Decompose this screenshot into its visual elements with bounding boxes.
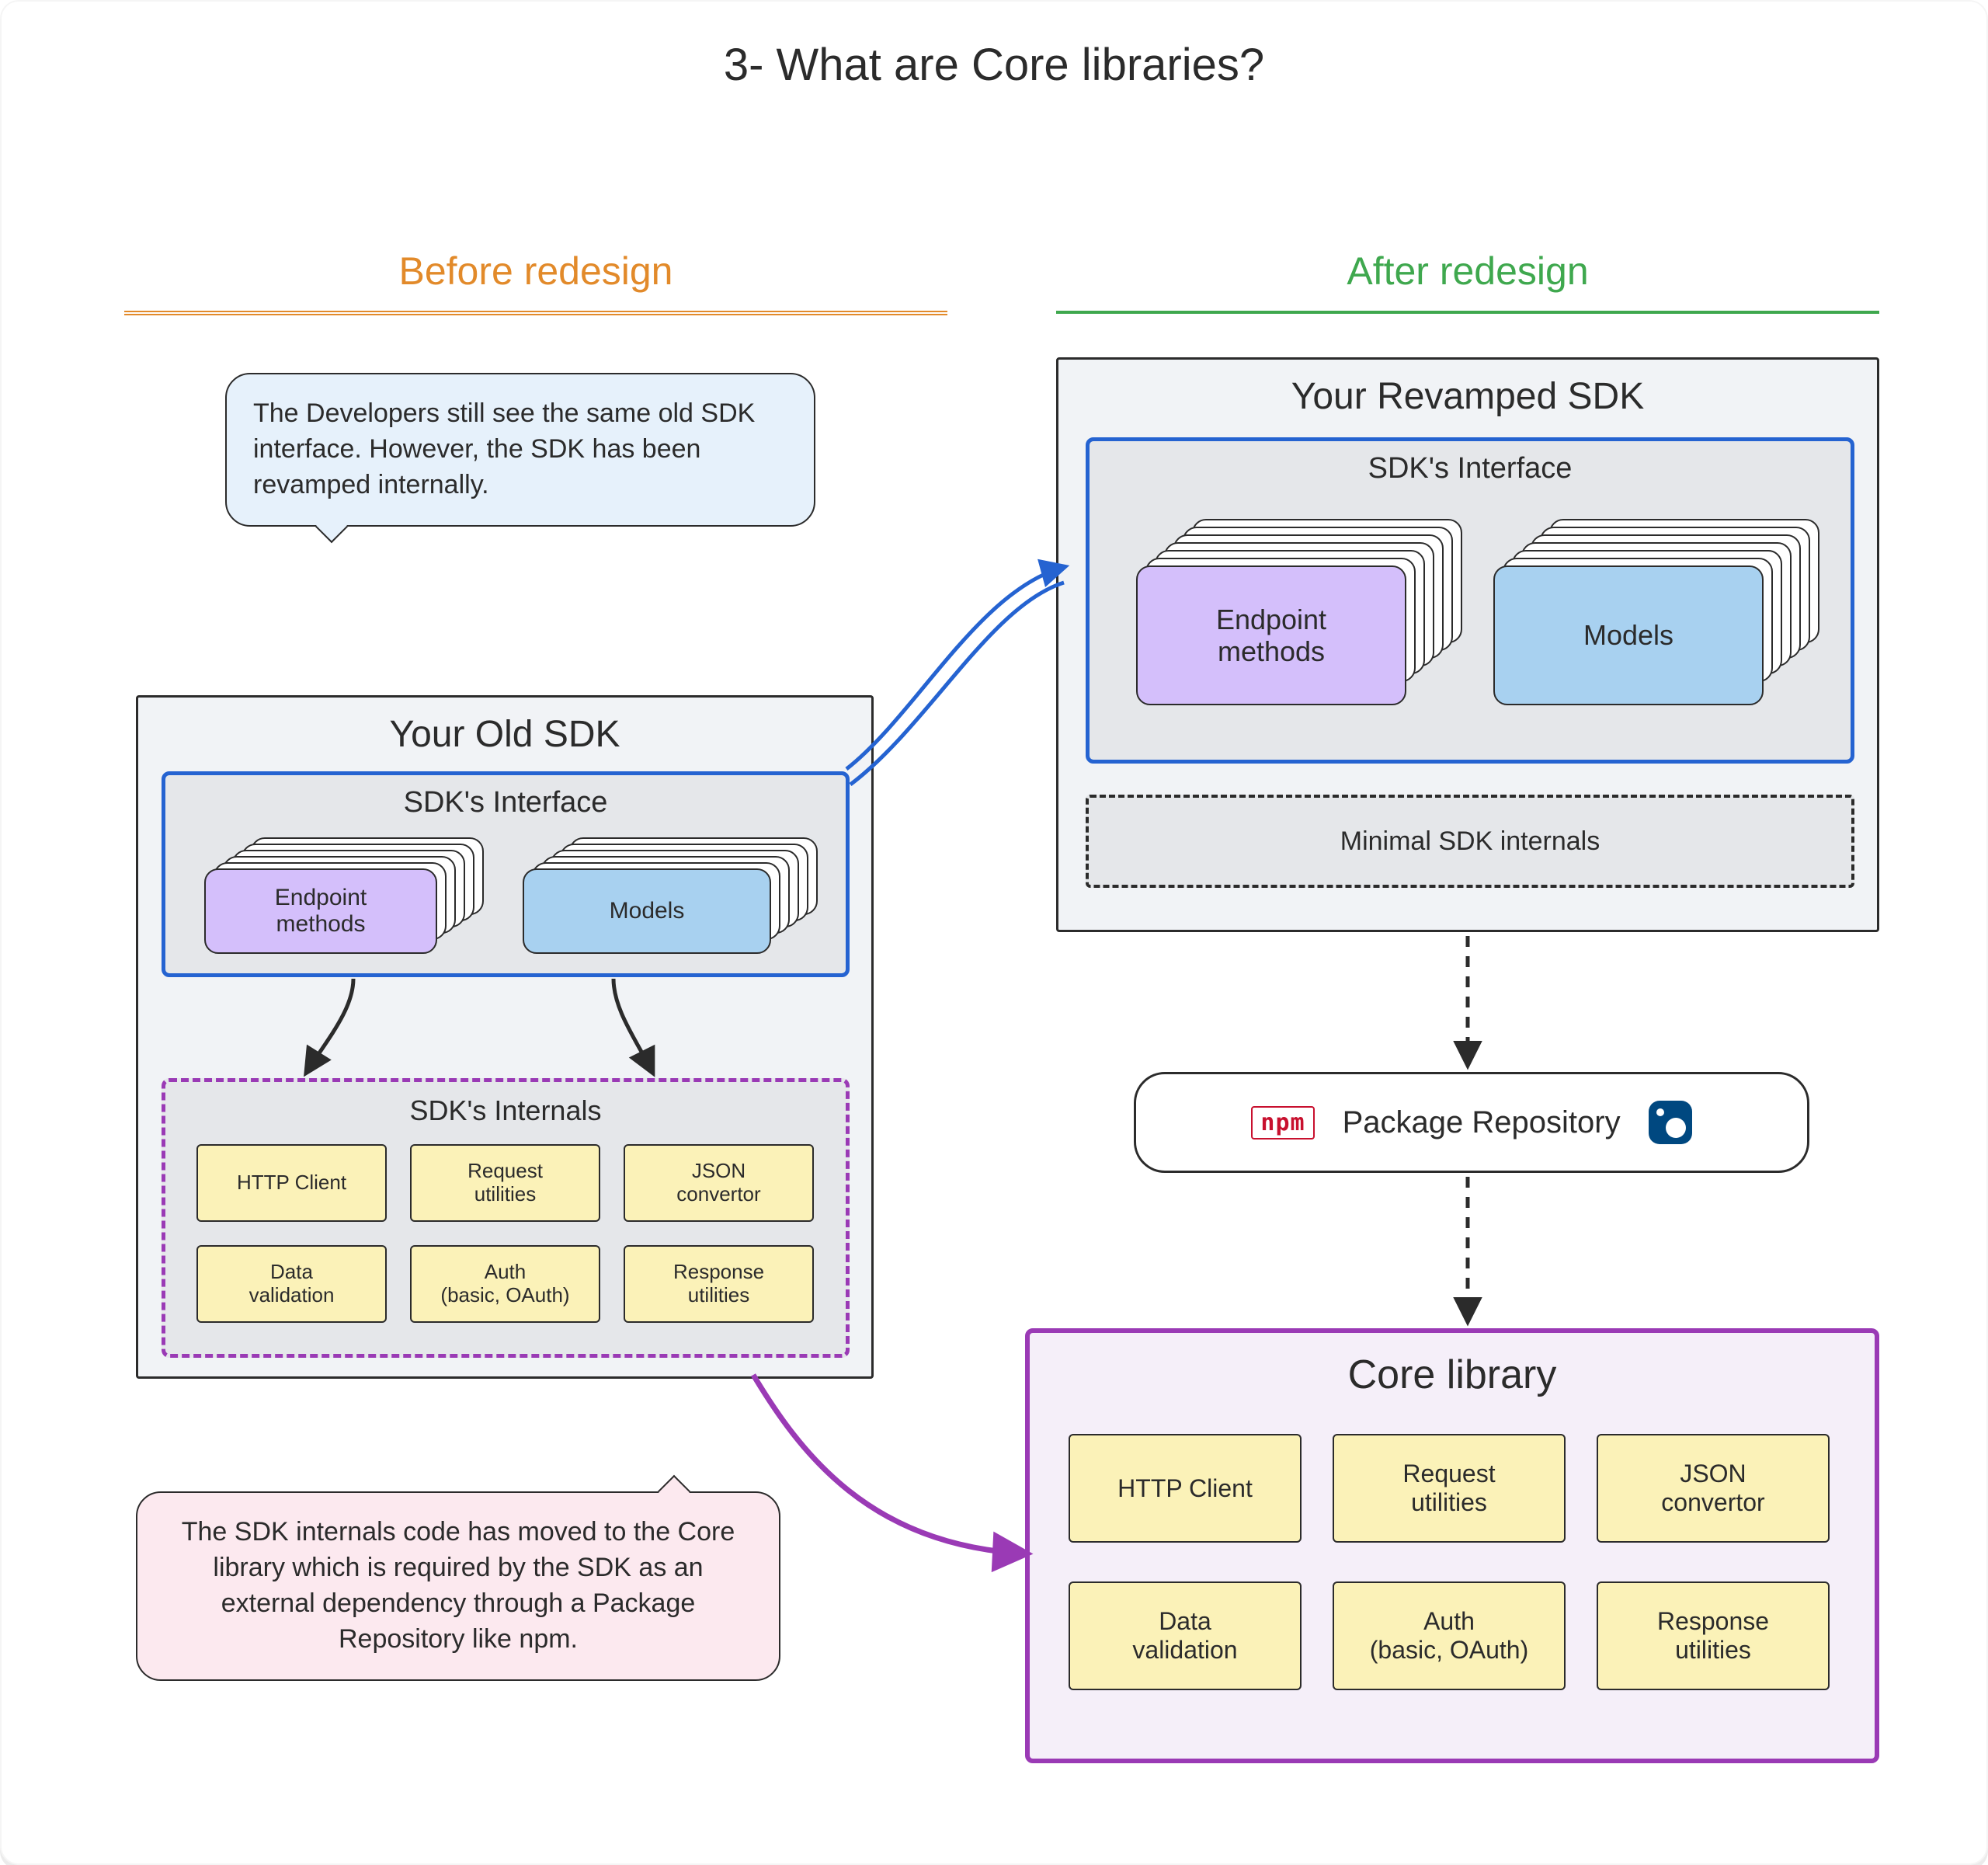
chip-auth: Auth (basic, OAuth) [410, 1245, 600, 1323]
underline-after [1056, 311, 1879, 314]
callout-top-text: The Developers still see the same old SD… [253, 398, 755, 499]
new-sdk-interface: SDK's Interface Endpoint methods Models [1086, 437, 1854, 764]
old-sdk-box: Your Old SDK SDK's Interface Endpoint me… [136, 695, 874, 1379]
old-endpoint-card: Endpoint methods [204, 868, 437, 954]
chip-response-utilities: Response utilities [624, 1245, 814, 1323]
old-models-stack: Models [523, 837, 818, 954]
diagram-canvas: 3- What are Core libraries? Before redes… [0, 0, 1988, 1865]
arrow-interface-migrate-1 [846, 567, 1064, 769]
core-chip-response-utilities: Response utilities [1597, 1581, 1830, 1690]
package-repository-label: Package Repository [1343, 1105, 1621, 1140]
arrow-interface-migrate-2 [850, 583, 1064, 785]
arrow-internals-to-core [753, 1375, 1025, 1554]
old-sdk-interface: SDK's Interface Endpoint methods Models [162, 771, 850, 977]
chip-request-utilities: Request utilities [410, 1144, 600, 1222]
chip-json-convertor: JSON convertor [624, 1144, 814, 1222]
minimal-internals-bar: Minimal SDK internals [1086, 795, 1854, 888]
new-models-card: Models [1493, 565, 1764, 705]
callout-top: The Developers still see the same old SD… [225, 373, 815, 527]
core-chip-auth: Auth (basic, OAuth) [1333, 1581, 1566, 1690]
nuget-icon [1649, 1101, 1692, 1144]
core-chip-json-convertor: JSON convertor [1597, 1434, 1830, 1543]
package-repository: npm Package Repository [1134, 1072, 1809, 1173]
old-sdk-interface-title: SDK's Interface [165, 786, 846, 819]
section-header-after: After redesign [1056, 249, 1879, 294]
minimal-internals-text: Minimal SDK internals [1340, 826, 1600, 857]
chip-data-validation: Data validation [196, 1245, 387, 1323]
core-library-title: Core library [1030, 1352, 1875, 1398]
new-sdk-title: Your Revamped SDK [1058, 375, 1877, 418]
npm-icon: npm [1251, 1106, 1314, 1140]
callout-bottom-text: The SDK internals code has moved to the … [182, 1517, 735, 1654]
old-sdk-title: Your Old SDK [138, 713, 871, 756]
old-sdk-internals-title: SDK's Internals [165, 1094, 846, 1127]
new-sdk-box: Your Revamped SDK SDK's Interface Endpoi… [1056, 357, 1879, 932]
old-sdk-internals: SDK's Internals HTTP Client Request util… [162, 1078, 850, 1358]
new-endpoint-card: Endpoint methods [1136, 565, 1406, 705]
new-sdk-interface-title: SDK's Interface [1090, 452, 1851, 485]
core-chip-http-client: HTTP Client [1069, 1434, 1302, 1543]
old-models-card: Models [523, 868, 771, 954]
diagram-title: 3- What are Core libraries? [0, 39, 1988, 91]
core-chip-request-utilities: Request utilities [1333, 1434, 1566, 1543]
new-models-stack: Models [1493, 519, 1819, 721]
old-endpoint-stack: Endpoint methods [204, 837, 484, 954]
underline-before [124, 311, 947, 315]
new-endpoint-stack: Endpoint methods [1136, 519, 1462, 721]
chip-http-client: HTTP Client [196, 1144, 387, 1222]
core-library-box: Core library HTTP Client Request utiliti… [1025, 1328, 1879, 1763]
core-chip-data-validation: Data validation [1069, 1581, 1302, 1690]
section-header-before: Before redesign [124, 249, 947, 294]
callout-bottom: The SDK internals code has moved to the … [136, 1491, 780, 1681]
